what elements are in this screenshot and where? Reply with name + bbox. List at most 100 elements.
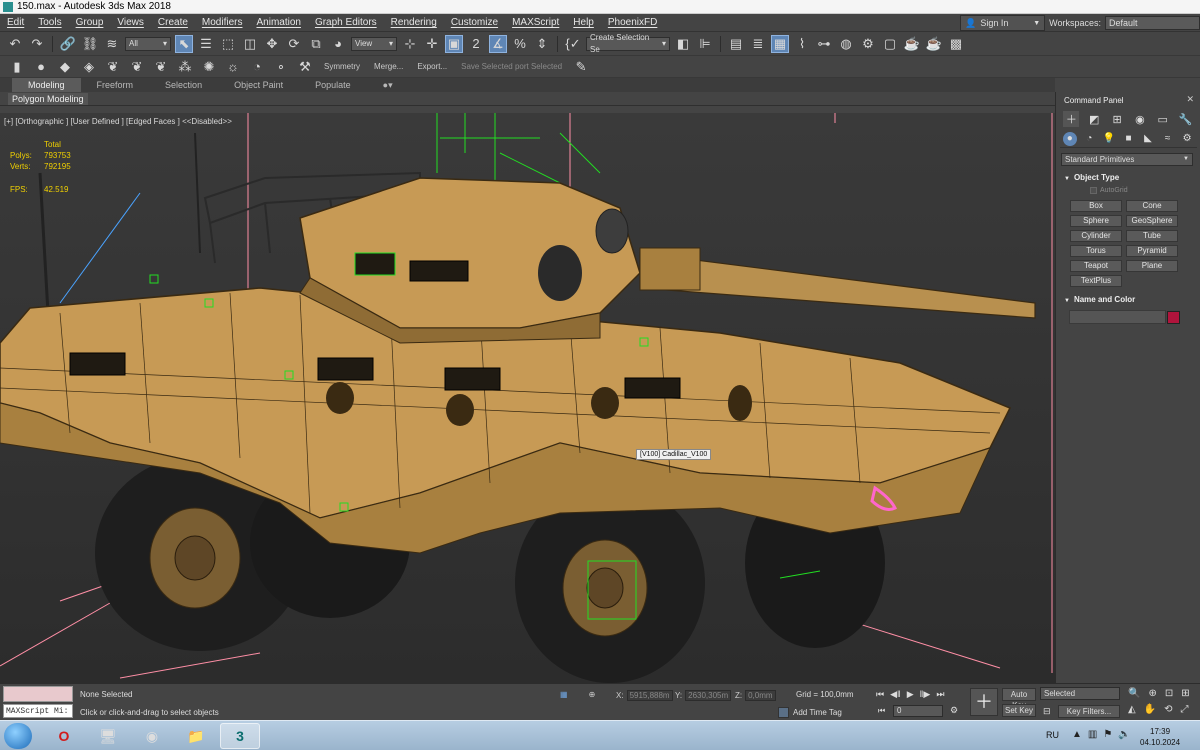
reference-coordinate-dropdown[interactable]: View ▾ (351, 36, 397, 51)
plane-button[interactable]: Plane (1126, 260, 1178, 272)
cone-button[interactable]: Cone (1126, 200, 1178, 212)
select-move-icon[interactable]: ✥ (263, 35, 281, 53)
file-explorer-icon[interactable]: 📁 (176, 723, 216, 749)
select-object-icon[interactable]: ⬉ (175, 34, 193, 53)
render-activeshade-icon[interactable]: ▩ (947, 35, 965, 53)
point-helper-icon[interactable]: ∘ (272, 58, 290, 76)
menu-customize[interactable]: Customize (444, 17, 505, 28)
shell-tool-icon[interactable]: ◈ (80, 58, 98, 76)
shapes-icon[interactable]: ◔ (1082, 132, 1096, 146)
sun-icon[interactable]: ☼ (224, 58, 242, 76)
auto-key-button[interactable]: Auto Key (1002, 688, 1036, 710)
pan-icon[interactable]: ✋ (1144, 704, 1156, 715)
orbit-icon[interactable]: ⟲ (1164, 704, 1172, 715)
cameras-icon[interactable]: ■ (1121, 132, 1135, 146)
select-scale-icon[interactable]: ⧉ (307, 35, 325, 53)
selection-filter-dropdown[interactable]: All ▾ (125, 36, 171, 51)
go-to-end-icon[interactable]: ⏭ (936, 689, 944, 700)
save-selected-button[interactable]: Save Selected port Selected (457, 62, 566, 71)
start-button[interactable] (4, 723, 32, 749)
create-tab-icon[interactable]: ＋ (1063, 111, 1080, 127)
key-mode-icon[interactable]: ⏮ (878, 706, 885, 716)
menu-modifiers[interactable]: Modifiers (195, 17, 250, 28)
menu-graph-editors[interactable]: Graph Editors (308, 17, 384, 28)
keyboard-language[interactable]: RU (1046, 730, 1059, 740)
link-icon[interactable]: 🔗 (59, 35, 77, 53)
sphere-button[interactable]: Sphere (1070, 215, 1122, 227)
opera-icon[interactable]: O (44, 723, 84, 749)
menu-tools[interactable]: Tools (31, 17, 68, 28)
percent-snap-icon[interactable]: % (511, 35, 529, 53)
y-field[interactable]: 2630,305m (685, 690, 732, 701)
previous-frame-icon[interactable]: ◀‖ (890, 689, 901, 700)
cloth-tool-2-icon[interactable]: ❦ (128, 58, 146, 76)
pyramid-button[interactable]: Pyramid (1126, 245, 1178, 257)
sphere-tool-icon[interactable]: ● (32, 58, 50, 76)
rendered-frame-window-icon[interactable]: ▢ (881, 35, 899, 53)
menu-group[interactable]: Group (69, 17, 111, 28)
curve-editor-icon[interactable]: ⌇ (793, 35, 811, 53)
object-color-swatch[interactable] (1167, 311, 1180, 324)
mirror-icon[interactable]: ◧ (674, 35, 692, 53)
select-manipulate-icon[interactable]: ✛ (423, 35, 441, 53)
render-tool-icon[interactable]: ◔ (248, 58, 266, 76)
object-type-rollout[interactable]: ▼ Object Type (1061, 173, 1193, 185)
flag-icon[interactable]: ⚑ (1103, 729, 1112, 740)
zoom-extents-all-icon[interactable]: ⊞ (1181, 688, 1189, 699)
tab-populate[interactable]: Populate (299, 78, 367, 92)
brush-icon[interactable]: ✎ (572, 58, 590, 76)
next-frame-icon[interactable]: ‖▶ (920, 689, 931, 700)
menu-edit[interactable]: Edit (0, 17, 31, 28)
align-icon[interactable]: ⊫ (696, 35, 714, 53)
bind-space-warp-icon[interactable]: ≋ (103, 35, 121, 53)
play-icon[interactable]: ▶ (907, 689, 914, 700)
cylinder-button[interactable]: Cylinder (1070, 230, 1122, 242)
menu-views[interactable]: Views (110, 17, 151, 28)
merge-button[interactable]: Merge... (370, 62, 407, 71)
maximize-viewport-icon[interactable]: ⤢ (1181, 704, 1189, 715)
menu-maxscript[interactable]: MAXScript (505, 17, 566, 28)
render-setup-icon[interactable]: ⚙ (859, 35, 877, 53)
tab-object-paint[interactable]: Object Paint (218, 78, 299, 92)
textplus-button[interactable]: TextPlus (1070, 275, 1122, 287)
display-tab-icon[interactable]: ▭ (1155, 111, 1171, 127)
speaker-icon[interactable]: 🔈 (1118, 729, 1130, 740)
hierarchy-tab-icon[interactable]: ⊞ (1109, 111, 1125, 127)
systems-icon[interactable]: ⚙ (1180, 132, 1194, 146)
cloth-tool-icon[interactable]: ❦ (104, 58, 122, 76)
viewport-label[interactable]: [+] [Orthographic ] [User Defined ] [Edg… (4, 117, 232, 126)
zoom-all-icon[interactable]: ⊕ (1148, 688, 1156, 699)
add-time-tag-button[interactable]: Add Time Tag (778, 707, 842, 718)
geometry-icon[interactable]: ● (1062, 131, 1077, 146)
zoom-extents-icon[interactable]: ⊡ (1165, 688, 1173, 699)
set-keys-button[interactable]: ＋ (970, 688, 998, 716)
material-editor-icon[interactable]: ◍ (837, 35, 855, 53)
primitive-category-dropdown[interactable]: Standard Primitives ▼ (1061, 153, 1193, 166)
toggle-ribbon-icon[interactable]: ▦ (771, 34, 789, 53)
network-icon[interactable]: ▥ (1088, 729, 1097, 740)
box-button[interactable]: Box (1070, 200, 1122, 212)
menu-rendering[interactable]: Rendering (384, 17, 444, 28)
torus-button[interactable]: Torus (1070, 245, 1122, 257)
key-selection-dropdown[interactable]: Selected (1040, 687, 1120, 700)
render-production-icon[interactable]: ☕ (903, 35, 921, 53)
named-selection-dropdown[interactable]: Create Selection Se ▾ (586, 33, 670, 54)
3ds-max-taskbar-icon[interactable]: 3 (220, 723, 260, 749)
z-field[interactable]: 0,0mm (745, 690, 776, 701)
menu-animation[interactable]: Animation (249, 17, 307, 28)
chrome-icon[interactable]: ◉ (132, 723, 172, 749)
layer-explorer-icon[interactable]: ≣ (749, 35, 767, 53)
lights-icon[interactable]: 💡 (1102, 132, 1116, 146)
current-frame-field[interactable]: 0 (893, 705, 943, 717)
x-field[interactable]: 5915,888m (626, 690, 673, 701)
tube-button[interactable]: Tube (1126, 230, 1178, 242)
set-key-button[interactable]: Set Key (1002, 704, 1036, 717)
export-button[interactable]: Export... (413, 62, 451, 71)
utilities-tab-icon[interactable]: 🔧 (1178, 111, 1194, 127)
space-warps-icon[interactable]: ≈ (1161, 132, 1175, 146)
unlink-icon[interactable]: ⛓ (81, 35, 99, 53)
spinner-snap-icon[interactable]: ⇕ (533, 35, 551, 53)
time-config-icon[interactable]: ⚙ (950, 705, 958, 716)
tab-selection[interactable]: Selection (149, 78, 218, 92)
ribbon-options-icon[interactable]: ●▾ (367, 78, 409, 92)
